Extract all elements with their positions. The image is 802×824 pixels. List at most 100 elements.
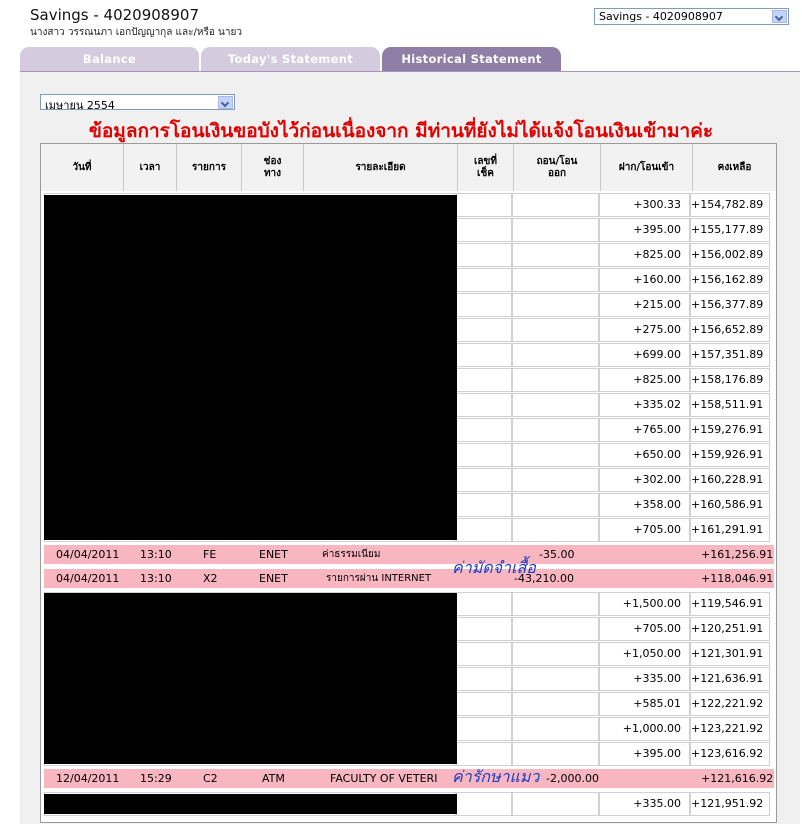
- cell-deposit: +585.01: [599, 692, 690, 716]
- cell-cheque: [456, 642, 512, 666]
- cell-withdraw: [512, 218, 599, 242]
- cell-withdraw: [512, 493, 599, 517]
- tab-historical-statement[interactable]: Historical Statement: [382, 47, 561, 72]
- chevron-down-icon[interactable]: [218, 96, 233, 109]
- col-cheque: เลขที่เช็ค: [458, 144, 514, 191]
- cell-withdraw: [512, 717, 599, 741]
- cell-balance: +156,377.89: [690, 293, 770, 317]
- cell-withdraw: [512, 293, 599, 317]
- row-date: 04/04/2011: [56, 548, 120, 561]
- cell-withdraw: [512, 792, 599, 816]
- cell-deposit: +302.00: [599, 468, 690, 492]
- row-channel: ATM: [262, 772, 285, 785]
- cell-withdraw: [512, 368, 599, 392]
- row-time: 13:10: [140, 572, 172, 585]
- col-detail: รายละเอียด: [304, 144, 458, 191]
- redacted-block: [44, 593, 457, 764]
- annotation-deposit-shirt: ค่ามัดจำเสื้อ: [452, 558, 536, 577]
- cell-deposit: +705.00: [599, 617, 690, 641]
- cell-cheque: [456, 243, 512, 267]
- row-channel: ENET: [259, 572, 288, 585]
- account-select[interactable]: Savings - 4020908907: [594, 8, 789, 25]
- cell-balance: +123,616.92: [690, 742, 770, 766]
- cell-cheque: [456, 518, 512, 542]
- cell-cheque: [456, 443, 512, 467]
- cell-cheque: [456, 418, 512, 442]
- row-balance: +118,046.91: [701, 572, 774, 585]
- cell-balance: +156,002.89: [690, 243, 770, 267]
- tab-bar: Balance Today's Statement Historical Sta…: [20, 47, 800, 72]
- cell-balance: +158,511.91: [690, 393, 770, 417]
- cell-balance: +159,926.91: [690, 443, 770, 467]
- row-withdraw: -35.00: [539, 548, 575, 561]
- cell-balance: +161,291.91: [690, 518, 770, 542]
- cell-deposit: +335.00: [599, 792, 690, 816]
- row-channel: ENET: [259, 548, 288, 561]
- cell-balance: +119,546.91: [690, 592, 770, 616]
- table-header: วันที่ เวลา รายการ ช่องทาง รายละเอียด เล…: [41, 144, 776, 191]
- col-balance: คงเหลือ: [717, 161, 752, 173]
- cell-deposit: +275.00: [599, 318, 690, 342]
- cell-cheque: [456, 692, 512, 716]
- cell-cheque: [456, 293, 512, 317]
- month-select[interactable]: เมษายน 2554: [40, 94, 235, 112]
- cell-balance: +155,177.89: [690, 218, 770, 242]
- table-row-highlight: 12/04/2011 15:29 C2 ATM FACULTY OF VETER…: [44, 769, 774, 788]
- cell-deposit: +650.00: [599, 443, 690, 467]
- cell-deposit: +335.00: [599, 667, 690, 691]
- cell-balance: +158,176.89: [690, 368, 770, 392]
- row-code: FE: [203, 548, 217, 561]
- cell-cheque: [456, 592, 512, 616]
- cell-deposit: +699.00: [599, 343, 690, 367]
- cell-balance: +122,221.92: [690, 692, 770, 716]
- account-title: Savings - 4020908907: [30, 6, 199, 24]
- annotation-cat-treatment: ค่ารักษาแมว: [452, 767, 540, 786]
- cell-withdraw: [512, 642, 599, 666]
- row-detail: ค่าธรรมเนียม: [322, 549, 381, 560]
- table-row-highlight: 04/04/2011 13:10 X2 ENET รายการผ่าน INTE…: [44, 569, 774, 588]
- cell-cheque: [456, 318, 512, 342]
- cell-withdraw: [512, 468, 599, 492]
- cell-balance: +160,228.91: [690, 468, 770, 492]
- cell-balance: +123,221.92: [690, 717, 770, 741]
- cell-deposit: +825.00: [599, 368, 690, 392]
- cell-cheque: [456, 717, 512, 741]
- cell-deposit: +335.02: [599, 393, 690, 417]
- cell-withdraw: [512, 518, 599, 542]
- cell-deposit: +1,500.00: [599, 592, 690, 616]
- cell-balance: +156,652.89: [690, 318, 770, 342]
- chevron-down-icon[interactable]: [772, 10, 787, 23]
- row-balance: +161,256.91: [701, 548, 774, 561]
- cell-cheque: [456, 368, 512, 392]
- cell-withdraw: [512, 393, 599, 417]
- cell-deposit: +300.33: [599, 193, 690, 217]
- cell-deposit: +395.00: [599, 742, 690, 766]
- cell-balance: +156,162.89: [690, 268, 770, 292]
- cell-cheque: [456, 343, 512, 367]
- cell-cheque: [456, 268, 512, 292]
- month-select-value: เมษายน 2554: [45, 99, 115, 112]
- cell-cheque: [456, 742, 512, 766]
- cell-withdraw: [512, 742, 599, 766]
- row-detail: รายการผ่าน INTERNET: [326, 573, 432, 584]
- cell-deposit: +705.00: [599, 518, 690, 542]
- cell-withdraw: [512, 592, 599, 616]
- table-row-highlight: 04/04/2011 13:10 FE ENET ค่าธรรมเนียม -3…: [44, 545, 774, 564]
- cell-cheque: [456, 493, 512, 517]
- tab-balance[interactable]: Balance: [20, 47, 199, 72]
- cell-deposit: +1,050.00: [599, 642, 690, 666]
- col-time: เวลา: [124, 144, 177, 191]
- cell-deposit: +358.00: [599, 493, 690, 517]
- account-owner: นางสาว วรรณนภา เอกปัญญากุล และ/หรือ นายว: [30, 27, 242, 38]
- cell-cheque: [456, 193, 512, 217]
- cell-withdraw: [512, 318, 599, 342]
- cell-withdraw: [512, 443, 599, 467]
- cell-balance: +121,301.91: [690, 642, 770, 666]
- cell-cheque: [456, 218, 512, 242]
- cell-cheque: [456, 792, 512, 816]
- row-withdraw: -2,000.00: [546, 772, 599, 785]
- tab-todays-statement[interactable]: Today's Statement: [201, 47, 380, 72]
- cell-balance: +121,951.92: [690, 792, 770, 816]
- cell-withdraw: [512, 692, 599, 716]
- col-date: วันที่: [41, 144, 124, 191]
